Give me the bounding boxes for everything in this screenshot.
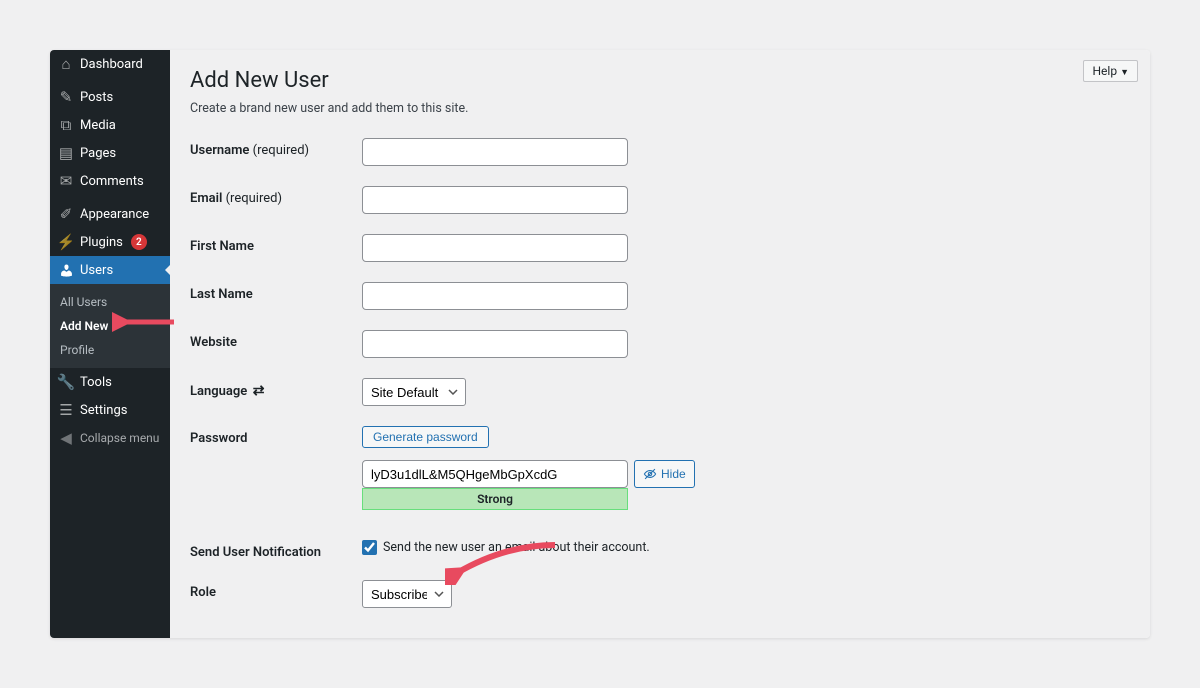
sidebar-item-plugins[interactable]: ⚡ Plugins 2: [50, 228, 170, 256]
sidebar-item-tools[interactable]: 🔧 Tools: [50, 368, 170, 396]
send-notification-checkbox[interactable]: [362, 540, 377, 555]
sidebar-label: Posts: [80, 90, 113, 105]
translate-icon: ⇄: [249, 383, 264, 399]
posts-icon: ✎: [58, 89, 74, 105]
language-select[interactable]: Site Default: [362, 378, 466, 406]
password-strength-meter: Strong: [362, 488, 628, 510]
sidebar-label: Pages: [80, 146, 116, 161]
sidebar-label: Plugins: [80, 235, 123, 250]
role-select[interactable]: Subscriber: [362, 580, 452, 608]
update-badge: 2: [131, 234, 147, 250]
eye-slash-icon: [643, 467, 657, 481]
page-subtitle: Create a brand new user and add them to …: [190, 101, 1130, 116]
lastname-input[interactable]: [362, 282, 628, 310]
admin-sidebar: ⌂ Dashboard ✎ Posts ⧉ Media ▤ Pages ✉ Co…: [50, 50, 170, 638]
sidebar-item-pages[interactable]: ▤ Pages: [50, 139, 170, 167]
firstname-label: First Name: [190, 234, 362, 254]
website-label: Website: [190, 330, 362, 350]
generate-password-button[interactable]: Generate password: [362, 426, 489, 448]
sidebar-label: Users: [80, 263, 113, 278]
page-title: Add New User: [190, 60, 1130, 95]
users-icon: [58, 262, 74, 278]
wordpress-admin-window: ⌂ Dashboard ✎ Posts ⧉ Media ▤ Pages ✉ Co…: [50, 50, 1150, 638]
language-label: Language ⇄: [190, 378, 362, 399]
notification-label: Send User Notification: [190, 540, 362, 560]
website-input[interactable]: [362, 330, 628, 358]
users-submenu: All Users Add New Profile: [50, 284, 170, 368]
sidebar-item-users[interactable]: Users: [50, 256, 170, 284]
role-label: Role: [190, 580, 362, 600]
username-label: Username (required): [190, 138, 362, 158]
sidebar-label: Tools: [80, 375, 112, 390]
submenu-profile[interactable]: Profile: [50, 338, 170, 362]
main-content: Help▼ Add New User Create a brand new us…: [170, 50, 1150, 638]
dashboard-icon: ⌂: [58, 56, 74, 72]
tools-icon: 🔧: [58, 374, 74, 390]
submenu-add-new[interactable]: Add New: [50, 314, 170, 338]
user-form: Username (required) Email (required) Fir…: [190, 128, 1130, 618]
sidebar-label: Media: [80, 118, 116, 133]
firstname-input[interactable]: [362, 234, 628, 262]
settings-icon: ☰: [58, 402, 74, 418]
collapse-menu-button[interactable]: ◀ Collapse menu: [50, 424, 170, 452]
sidebar-label: Dashboard: [80, 57, 143, 72]
username-input[interactable]: [362, 138, 628, 166]
lastname-label: Last Name: [190, 282, 362, 302]
comments-icon: ✉: [58, 173, 74, 189]
sidebar-item-settings[interactable]: ☰ Settings: [50, 396, 170, 424]
help-tab[interactable]: Help▼: [1083, 60, 1138, 82]
help-label: Help: [1092, 64, 1117, 78]
plugins-icon: ⚡: [58, 234, 74, 250]
hide-password-button[interactable]: Hide: [634, 460, 695, 488]
sidebar-label: Settings: [80, 403, 127, 418]
password-label: Password: [190, 426, 362, 446]
sidebar-item-media[interactable]: ⧉ Media: [50, 111, 170, 139]
appearance-icon: ✐: [58, 206, 74, 222]
sidebar-item-appearance[interactable]: ✐ Appearance: [50, 200, 170, 228]
email-input[interactable]: [362, 186, 628, 214]
pages-icon: ▤: [58, 145, 74, 161]
sidebar-label: Comments: [80, 174, 144, 189]
collapse-icon: ◀: [58, 430, 74, 446]
email-label: Email (required): [190, 186, 362, 206]
chevron-down-icon: ▼: [1120, 68, 1129, 78]
sidebar-item-posts[interactable]: ✎ Posts: [50, 83, 170, 111]
submenu-all-users[interactable]: All Users: [50, 290, 170, 314]
sidebar-item-dashboard[interactable]: ⌂ Dashboard: [50, 50, 170, 78]
sidebar-item-comments[interactable]: ✉ Comments: [50, 167, 170, 195]
collapse-label: Collapse menu: [80, 431, 159, 445]
sidebar-label: Appearance: [80, 207, 149, 222]
media-icon: ⧉: [58, 117, 74, 133]
notification-text: Send the new user an email about their a…: [383, 540, 650, 555]
password-input[interactable]: [362, 460, 628, 488]
